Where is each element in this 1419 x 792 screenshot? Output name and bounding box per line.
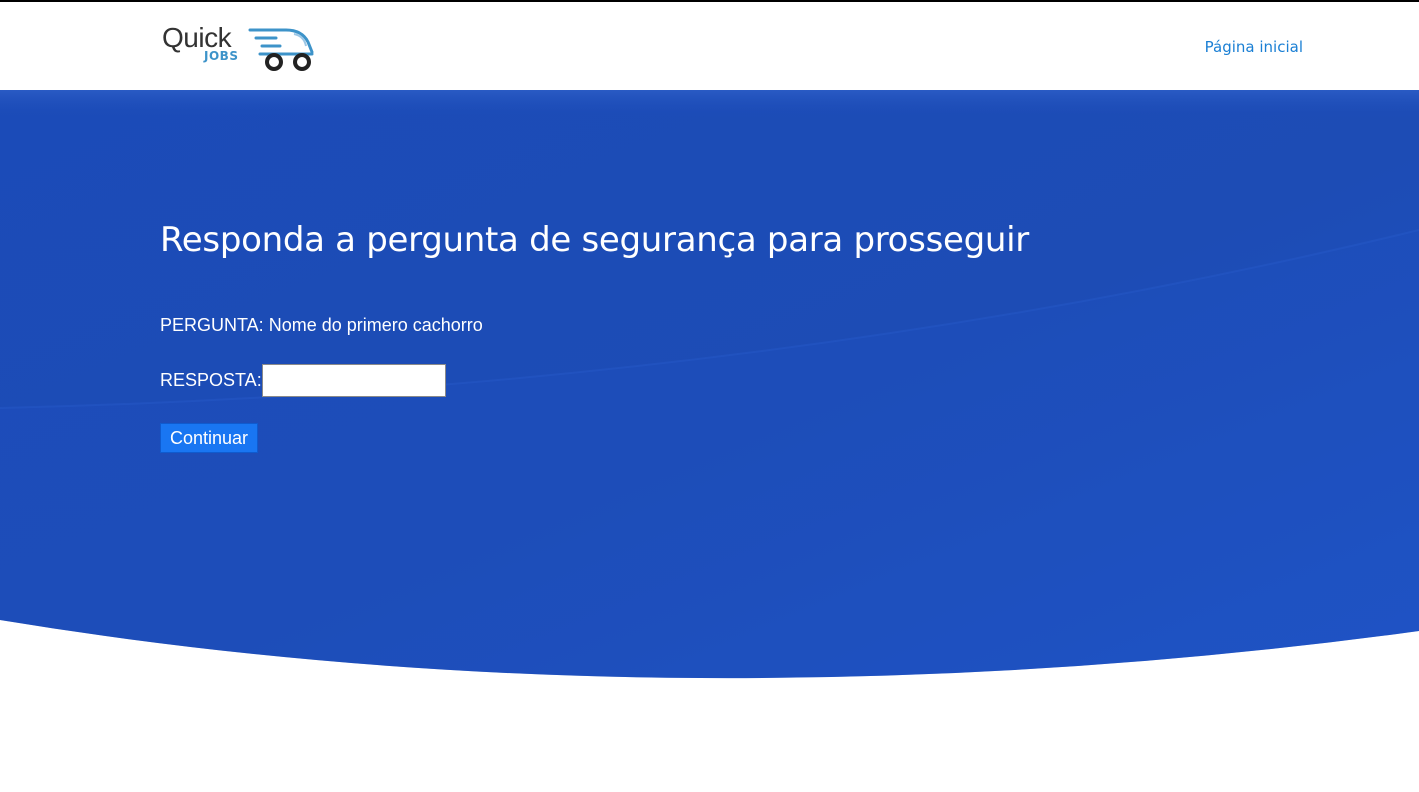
page-title: Responda a pergunta de segurança para pr… — [160, 220, 1029, 260]
answer-row: RESPOSTA: — [160, 364, 446, 397]
answer-label: RESPOSTA: — [160, 370, 262, 390]
answer-input[interactable] — [261, 364, 446, 397]
site-logo[interactable]: Quick JOBS — [160, 22, 320, 74]
question-text: Nome do primero cachorro — [268, 315, 483, 335]
nav-home-link[interactable]: Página inicial — [1205, 38, 1303, 56]
question-row: PERGUNTA: Nome do primero cachorro — [160, 315, 483, 336]
logo-subtext: JOBS — [204, 49, 239, 63]
continue-button[interactable]: Continuar — [160, 423, 259, 453]
question-label: PERGUNTA: — [160, 315, 264, 335]
hero-section: Responda a pergunta de segurança para pr… — [0, 90, 1419, 690]
navbar: Quick JOBS Página inicial — [0, 2, 1419, 90]
truck-icon — [248, 28, 314, 71]
security-question-form: Responda a pergunta de segurança para pr… — [160, 220, 1160, 453]
